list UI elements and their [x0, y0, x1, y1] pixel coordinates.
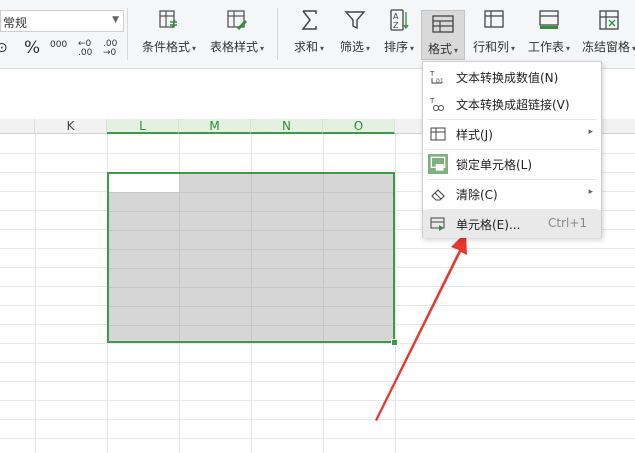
cell-format-icon	[430, 217, 445, 231]
svg-text:01: 01	[436, 78, 444, 85]
menu-item-label: 样式(J)	[456, 128, 493, 142]
menu-item-label: 文本转换成超链接(V)	[456, 98, 570, 112]
arrow-shape	[375, 232, 467, 421]
lock-cell-icon	[428, 154, 448, 174]
chevron-right-icon: ▸	[588, 127, 593, 137]
svg-text:T: T	[430, 70, 435, 78]
menu-item-label: 锁定单元格(L)	[456, 158, 533, 172]
menu-item-text-to-hyperlink[interactable]: T 文本转换成超链接(V)	[423, 90, 601, 118]
text-to-hyperlink-icon: T	[430, 97, 444, 111]
menu-item-label: 文本转换成数值(N)	[456, 71, 559, 85]
svg-text:T: T	[430, 97, 435, 105]
format-dropdown-menu: T 01 文本转换成数值(N) T 文本转换成超链接(V) 样式(J) ▸ 锁定…	[422, 61, 602, 238]
style-icon	[430, 127, 446, 141]
menu-item-label: 清除(C)	[456, 188, 498, 202]
menu-item-label: 单元格(E)...	[456, 218, 521, 232]
menu-item-shortcut: Ctrl+1	[547, 216, 587, 230]
menu-item-clear[interactable]: 清除(C) ▸	[423, 180, 601, 208]
text-to-number-icon: T 01	[430, 70, 444, 85]
menu-item-style[interactable]: 样式(J) ▸	[423, 120, 601, 148]
menu-item-text-to-number[interactable]: T 01 文本转换成数值(N)	[423, 63, 601, 91]
menu-item-cell-format[interactable]: 单元格(E)... Ctrl+1	[423, 210, 601, 238]
chevron-right-icon: ▸	[588, 187, 593, 197]
menu-item-lock-cell[interactable]: 锁定单元格(L)	[423, 150, 601, 178]
eraser-icon	[431, 189, 445, 201]
